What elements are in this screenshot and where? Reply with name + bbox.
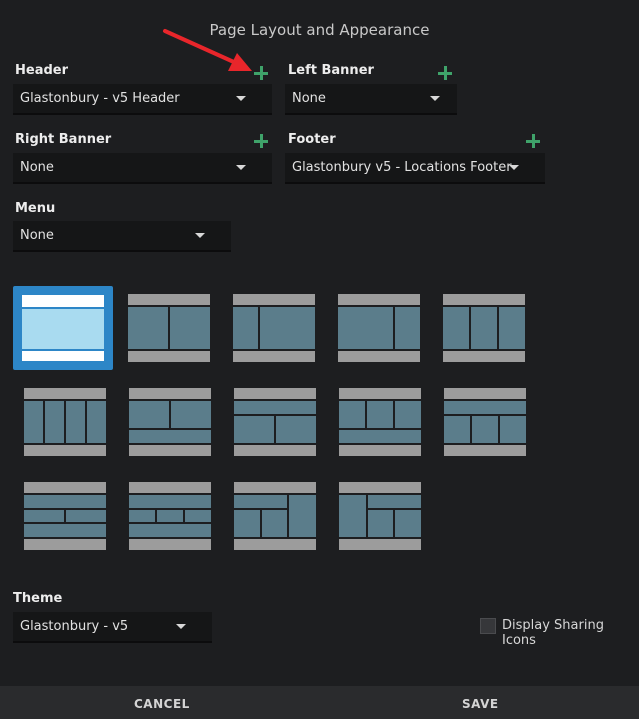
menu-select-value: None [20, 228, 54, 243]
theme-select-value: Glastonbury - v5 [20, 619, 129, 634]
layout-option-three-over-one[interactable] [339, 388, 421, 456]
chevron-down-icon [236, 165, 246, 170]
layout-option-four-columns[interactable] [24, 388, 106, 456]
layout-option-rows-two-split[interactable] [24, 482, 106, 550]
chevron-down-icon [236, 96, 246, 101]
layout-option-right-sidebar[interactable] [338, 294, 420, 362]
save-button[interactable]: SAVE [462, 697, 499, 711]
header-label: Header [15, 63, 69, 78]
display-sharing-icons-label: Display Sharing Icons [502, 618, 604, 648]
add-left-banner-plus-icon[interactable] [438, 66, 452, 80]
cancel-button[interactable]: CANCEL [134, 697, 190, 711]
layout-option-full-width[interactable] [13, 286, 113, 370]
display-sharing-icons-checkbox[interactable] [480, 618, 496, 634]
theme-select[interactable]: Glastonbury - v5 [13, 612, 212, 641]
layout-option-stacked-right[interactable] [339, 482, 422, 550]
footer-select[interactable]: Glastonbury v5 - Locations Footer [285, 153, 545, 182]
chevron-down-icon [430, 96, 440, 101]
header-select-value: Glastonbury - v5 Header [20, 91, 180, 106]
dialog-footer: CANCEL SAVE [0, 686, 639, 719]
layout-option-left-sidebar[interactable] [233, 294, 315, 362]
menu-label: Menu [15, 201, 56, 216]
menu-select[interactable]: None [13, 221, 231, 250]
right-banner-select-value: None [20, 160, 54, 175]
layout-option-one-over-three[interactable] [444, 388, 526, 456]
left-banner-select[interactable]: None [285, 84, 457, 113]
layout-option-two-over-one[interactable] [129, 388, 211, 456]
layout-option-one-over-two[interactable] [234, 388, 316, 456]
header-select[interactable]: Glastonbury - v5 Header [13, 84, 272, 113]
right-banner-select[interactable]: None [13, 153, 272, 182]
right-banner-label: Right Banner [15, 132, 112, 147]
add-footer-plus-icon[interactable] [526, 134, 540, 148]
left-banner-label: Left Banner [288, 63, 374, 78]
chevron-down-icon [176, 624, 186, 629]
theme-label: Theme [13, 591, 63, 606]
layout-option-three-columns[interactable] [443, 294, 525, 362]
chevron-down-icon [509, 165, 519, 170]
layout-option-two-equal-columns[interactable] [128, 294, 210, 362]
layout-option-stacked-left[interactable] [234, 482, 316, 550]
add-header-plus-icon[interactable] [254, 66, 268, 80]
left-banner-select-value: None [292, 91, 326, 106]
layout-option-rows-three-split[interactable] [129, 482, 211, 550]
footer-select-value: Glastonbury v5 - Locations Footer [292, 160, 512, 175]
chevron-down-icon [195, 233, 205, 238]
add-right-banner-plus-icon[interactable] [254, 134, 268, 148]
footer-label: Footer [288, 132, 336, 147]
